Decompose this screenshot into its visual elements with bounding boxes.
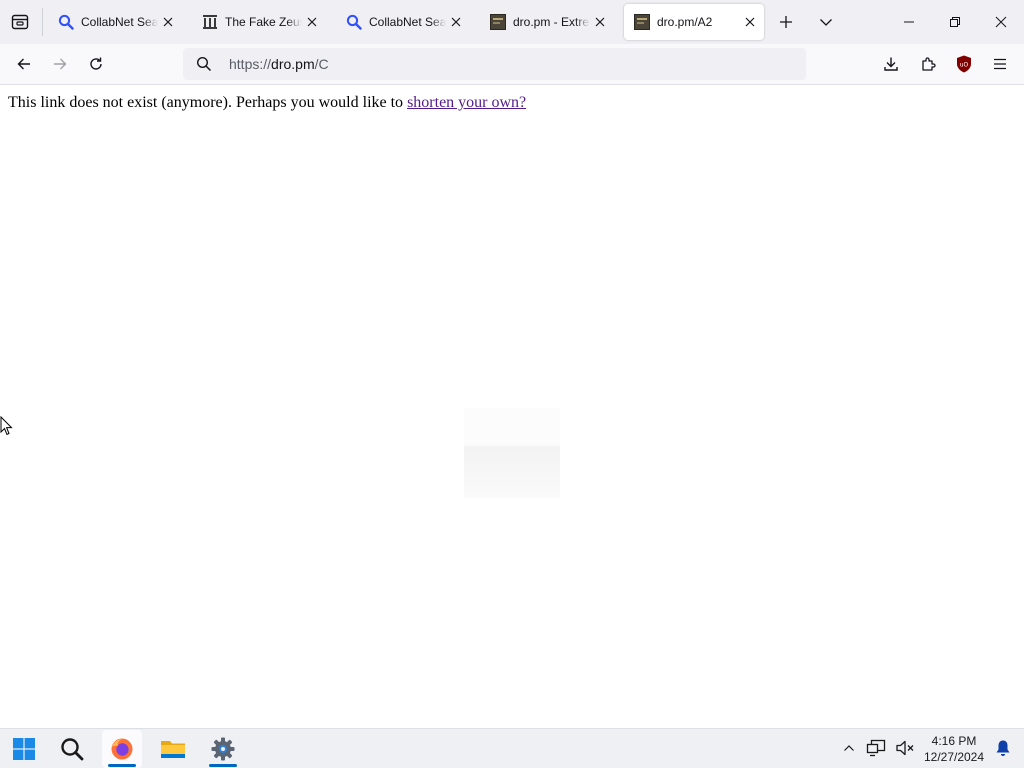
taskbar: 4:16 PM 12/27/2024 bbox=[0, 728, 1024, 768]
clock-date: 12/27/2024 bbox=[923, 750, 985, 764]
tab-dropm-a2[interactable]: dro.pm/A2 bbox=[624, 4, 764, 40]
tab-dropm-home[interactable]: dro.pm - Extremely short links bbox=[480, 4, 614, 40]
file-explorer-icon bbox=[161, 741, 185, 758]
search-icon bbox=[58, 14, 74, 30]
taskbar-search-button[interactable] bbox=[52, 730, 92, 768]
shorten-your-own-link[interactable]: shorten your own? bbox=[407, 94, 526, 111]
download-icon bbox=[884, 57, 898, 71]
close-window-button[interactable] bbox=[978, 0, 1024, 44]
restore-button[interactable] bbox=[932, 0, 978, 44]
url-host: dro.pm bbox=[271, 56, 315, 72]
settings-icon bbox=[211, 737, 235, 761]
search-icon bbox=[61, 738, 84, 761]
tab-title: CollabNet SearX bbox=[81, 15, 158, 29]
firefox-icon bbox=[111, 738, 133, 760]
close-icon[interactable] bbox=[304, 14, 320, 30]
taskbar-firefox[interactable] bbox=[102, 730, 142, 768]
close-icon[interactable] bbox=[160, 14, 176, 30]
dropm-favicon bbox=[490, 14, 506, 30]
chevron-down-icon bbox=[820, 19, 832, 26]
arrow-left-icon bbox=[17, 58, 30, 70]
volume-tray-button[interactable] bbox=[894, 737, 916, 759]
taskbar-settings[interactable] bbox=[203, 730, 243, 768]
museum-icon bbox=[202, 14, 218, 30]
system-clock[interactable]: 4:16 PM 12/27/2024 bbox=[920, 733, 988, 765]
arrow-right-icon bbox=[54, 58, 67, 70]
svg-text:uO: uO bbox=[960, 62, 969, 69]
list-all-tabs-button[interactable] bbox=[812, 8, 840, 36]
url-text[interactable]: https://dro.pm/C bbox=[229, 56, 329, 72]
close-icon[interactable] bbox=[448, 14, 464, 30]
close-icon[interactable] bbox=[742, 14, 758, 30]
minimize-icon bbox=[904, 21, 914, 23]
tab-fake-zeus[interactable]: The Fake Zeus Website bbox=[192, 4, 326, 40]
firefox-view-icon bbox=[11, 14, 29, 30]
tab-collabnet-searx-2[interactable]: CollabNet SearX bbox=[336, 4, 470, 40]
chevron-up-icon bbox=[844, 745, 854, 751]
url-scheme: https:// bbox=[229, 56, 272, 72]
forward-button[interactable] bbox=[45, 49, 75, 79]
bell-icon bbox=[996, 740, 1010, 756]
plus-icon bbox=[780, 16, 792, 28]
not-found-message: This link does not exist (anymore). Perh… bbox=[8, 94, 526, 112]
clock-time: 4:16 PM bbox=[931, 734, 977, 748]
tab-title: CollabNet SearX bbox=[369, 15, 446, 29]
tab-title: The Fake Zeus Website bbox=[225, 15, 302, 29]
tab-title: dro.pm/A2 bbox=[657, 15, 713, 29]
search-icon bbox=[196, 56, 212, 72]
restore-icon bbox=[950, 17, 960, 27]
notifications-button[interactable] bbox=[992, 737, 1014, 759]
extensions-button[interactable] bbox=[913, 49, 943, 79]
volume-muted-icon bbox=[896, 740, 914, 756]
minimize-button[interactable] bbox=[886, 0, 932, 44]
address-bar[interactable]: https://dro.pm/C bbox=[183, 48, 806, 80]
page-content: This link does not exist (anymore). Perh… bbox=[0, 86, 1024, 728]
tab-strip: CollabNet SearX The Fake Zeus Website Co… bbox=[0, 0, 1024, 44]
close-icon bbox=[995, 16, 1007, 28]
ublock-origin-button[interactable]: uO bbox=[949, 49, 979, 79]
windows-start-icon bbox=[13, 738, 35, 760]
search-icon bbox=[346, 14, 362, 30]
url-path: /C bbox=[314, 56, 329, 72]
ublock-shield-icon: uO bbox=[957, 55, 971, 73]
show-hidden-icons-button[interactable] bbox=[838, 737, 860, 759]
mouse-cursor-icon bbox=[0, 416, 13, 436]
dropm-favicon bbox=[634, 14, 650, 30]
network-tray-button[interactable] bbox=[865, 737, 887, 759]
faint-overlay-box bbox=[464, 408, 560, 498]
navigation-toolbar: https://dro.pm/C uO bbox=[0, 44, 1024, 85]
back-button[interactable] bbox=[9, 49, 39, 79]
new-tab-button[interactable] bbox=[772, 8, 800, 36]
tab-collabnet-searx-1[interactable]: CollabNet SearX bbox=[48, 4, 182, 40]
puzzle-icon bbox=[922, 57, 936, 71]
downloads-button[interactable] bbox=[876, 49, 906, 79]
tab-separator bbox=[42, 8, 43, 36]
reload-icon bbox=[90, 57, 102, 70]
tab-title: dro.pm - Extremely short links bbox=[513, 15, 590, 29]
reload-button[interactable] bbox=[81, 49, 111, 79]
network-icon bbox=[866, 739, 886, 757]
close-icon[interactable] bbox=[592, 14, 608, 30]
firefox-view-button[interactable] bbox=[0, 0, 40, 44]
hamburger-menu-icon bbox=[994, 58, 1006, 70]
not-found-text: This link does not exist (anymore). Perh… bbox=[8, 94, 408, 111]
app-menu-button[interactable] bbox=[985, 49, 1015, 79]
taskbar-file-explorer[interactable] bbox=[153, 730, 193, 768]
start-button[interactable] bbox=[4, 730, 44, 768]
